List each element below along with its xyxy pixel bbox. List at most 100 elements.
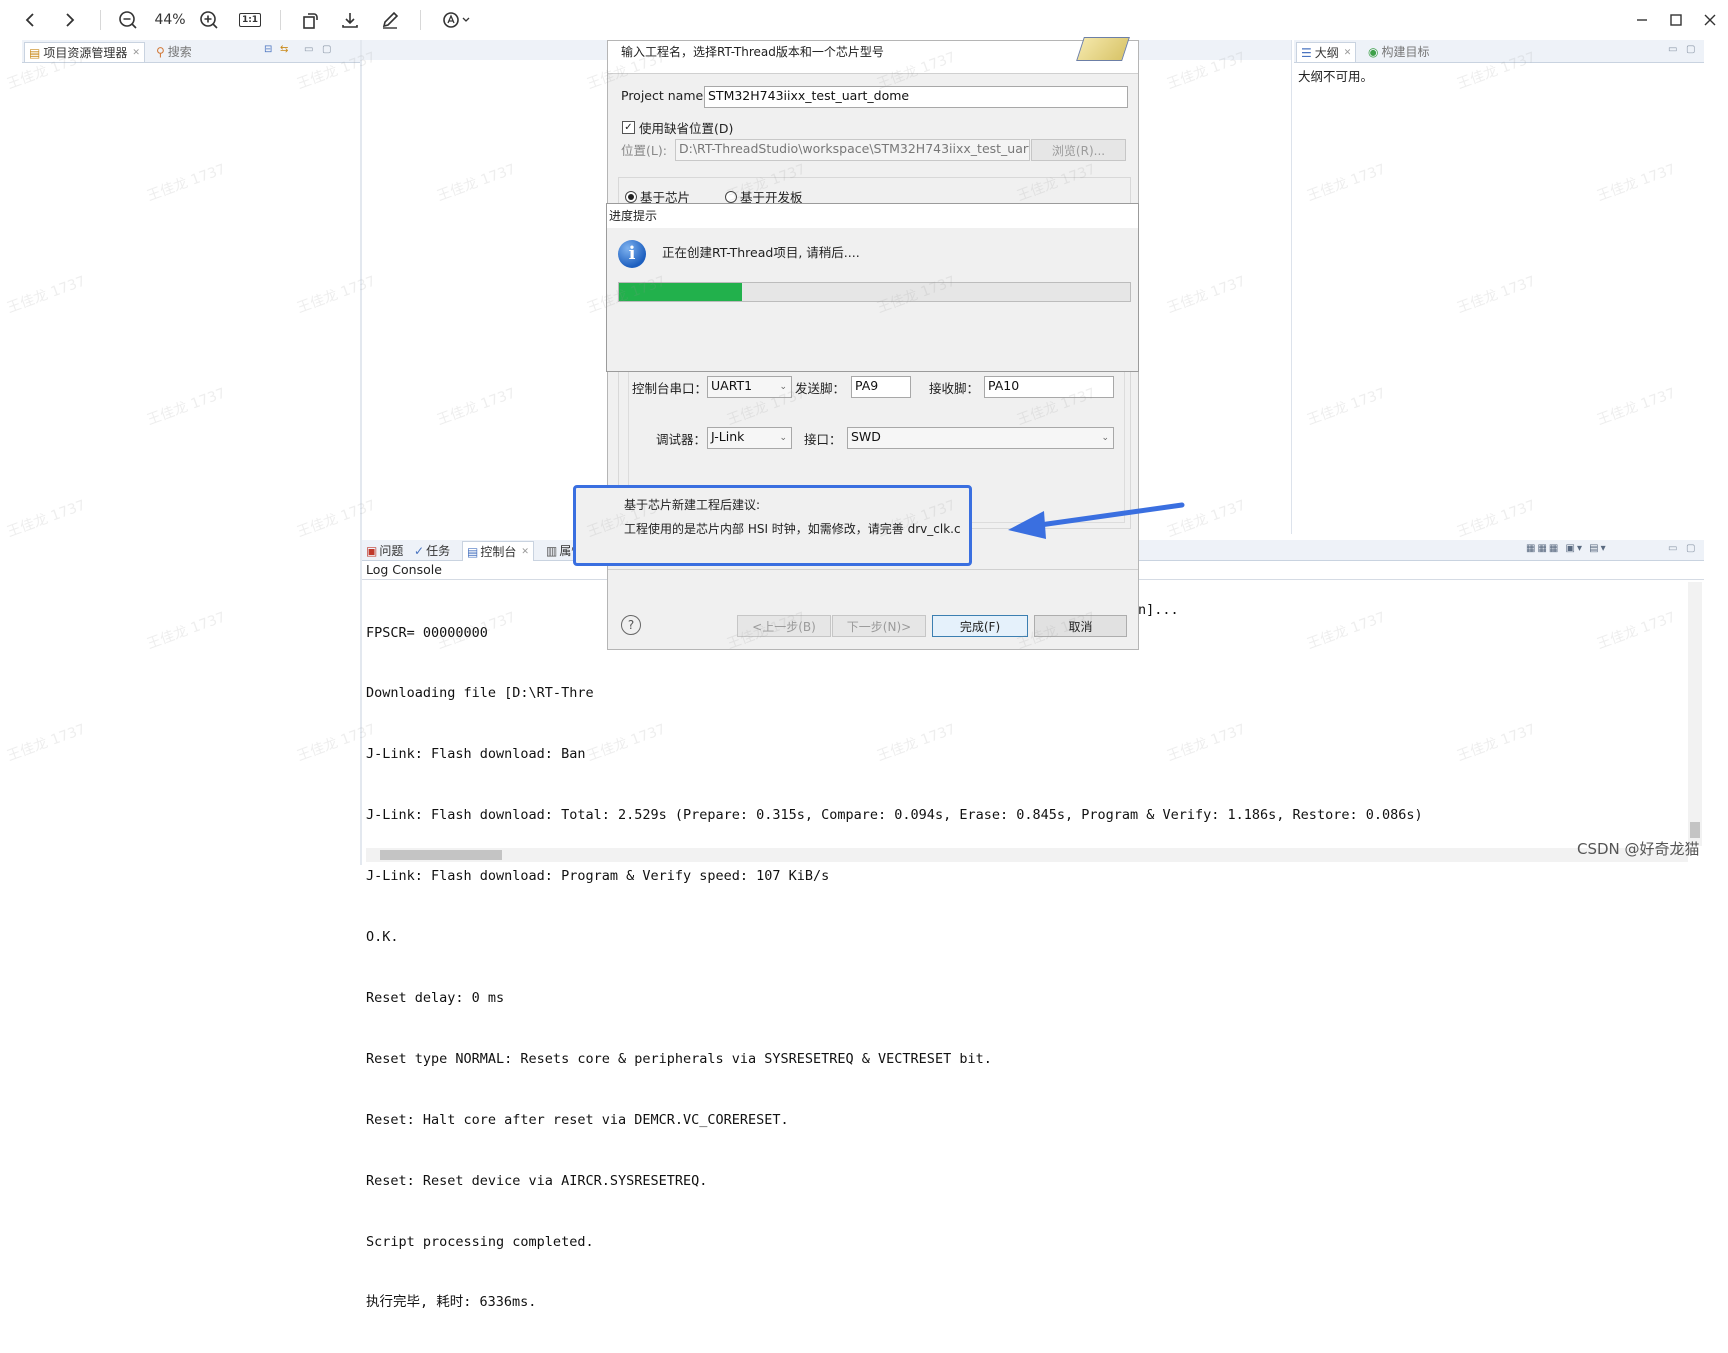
outline-pane: ☰ 大纲 ✕ ◉ 构建目标 ▭ ▢ 大纲不可用。 <box>1294 40 1704 534</box>
tab-label: 问题 <box>379 544 404 558</box>
project-explorer-pane: ▤ 项目资源管理器 ✕ ⚲ 搜索 ⊟ ⇆ ▭ ▢ <box>22 40 360 865</box>
console-line-tail: n]... <box>1138 602 1179 618</box>
tab-label: 大纲 <box>1314 46 1339 60</box>
forward-icon[interactable] <box>58 8 82 32</box>
toolbar-divider <box>420 10 421 30</box>
wizard-button-divider <box>608 569 1138 570</box>
close-tab-icon[interactable]: ✕ <box>1344 48 1352 58</box>
outline-empty-message: 大纲不可用。 <box>1298 69 1374 84</box>
zoom-in-icon[interactable] <box>197 8 221 32</box>
close-tab-icon[interactable]: ✕ <box>132 48 140 58</box>
rotate-icon[interactable] <box>298 8 322 32</box>
search-icon: ⚲ <box>156 44 165 59</box>
console-line: O.K. <box>366 929 399 946</box>
chevron-down-icon: ⌄ <box>779 382 787 392</box>
close-tab-icon[interactable]: ✕ <box>521 547 529 557</box>
actual-size-label: 1:1 <box>238 13 262 27</box>
location-label: 位置(L): <box>621 143 667 158</box>
view-minimize-icon[interactable]: ▭ <box>304 44 313 55</box>
tab-build-targets[interactable]: ◉ 构建目标 <box>1368 42 1430 61</box>
console-line: Script processing completed. <box>366 1233 594 1250</box>
properties-icon: ▥ <box>546 543 558 558</box>
tab-label: 任务 <box>426 544 451 558</box>
scrollbar-thumb[interactable] <box>1690 822 1700 838</box>
target-icon: ◉ <box>1368 44 1379 59</box>
console-toolbar-icons[interactable]: ▦▦▦ ▣▾ ▤▾ <box>1526 543 1608 554</box>
link-editor-icon[interactable]: ⇆ <box>280 44 288 55</box>
download-icon[interactable] <box>338 8 362 32</box>
collapse-all-icon[interactable]: ⊟ <box>264 44 272 55</box>
finish-button[interactable]: 完成(F) <box>932 615 1028 637</box>
image-viewer-toolbar: 44% 1:1 <box>0 0 1728 40</box>
interface-select[interactable]: SWD ⌄ <box>847 427 1114 449</box>
view-maximize-icon[interactable]: ▢ <box>1686 543 1695 554</box>
use-default-location-checkbox[interactable]: ✓ <box>622 121 635 134</box>
console-line: Reset delay: 0 ms <box>366 989 505 1006</box>
console-icon: ▤ <box>467 544 479 559</box>
tab-label: 搜索 <box>167 45 192 59</box>
tx-pin-input[interactable]: PA9 <box>851 376 911 398</box>
ocr-icon[interactable] <box>438 8 474 32</box>
location-input[interactable]: D:\RT-ThreadStudio\workspace\STM32H743ii… <box>675 139 1030 161</box>
browse-button[interactable]: 浏览(R)... <box>1031 139 1126 161</box>
progress-title-bar: 进度提示 <box>607 204 1138 228</box>
radio-chip[interactable] <box>625 191 637 203</box>
wizard-header: 输入工程名，选择RT-Thread版本和一个芯片型号 <box>608 37 1138 74</box>
back-button[interactable]: <上一步(B) <box>737 615 831 637</box>
cancel-button[interactable]: 取消 <box>1034 615 1127 637</box>
pane-tab-bar: ☰ 大纲 ✕ ◉ 构建目标 ▭ ▢ <box>1294 40 1704 63</box>
zoom-level: 44% <box>154 12 186 28</box>
console-port-value: UART1 <box>711 378 753 393</box>
rx-pin-input[interactable]: PA10 <box>984 376 1114 398</box>
zoom-out-icon[interactable] <box>116 8 140 32</box>
chevron-down-icon: ⌄ <box>779 433 787 443</box>
next-button[interactable]: 下一步(N)> <box>832 615 926 637</box>
toolbar-divider <box>100 10 101 30</box>
outline-icon: ☰ <box>1301 45 1312 60</box>
use-default-location-label: 使用缺省位置(D) <box>639 121 734 136</box>
help-icon[interactable]: ? <box>621 615 641 635</box>
view-minimize-icon[interactable]: ▭ <box>1668 44 1677 55</box>
tab-outline[interactable]: ☰ 大纲 ✕ <box>1296 42 1357 62</box>
close-icon[interactable] <box>1696 8 1724 32</box>
annotate-icon[interactable] <box>378 8 402 32</box>
vertical-scrollbar[interactable] <box>1688 582 1702 846</box>
wizard-header-text: 输入工程名，选择RT-Thread版本和一个芯片型号 <box>621 45 884 59</box>
tab-project-explorer[interactable]: ▤ 项目资源管理器 ✕ <box>24 42 145 62</box>
console-line: Reset type NORMAL: Resets core & periphe… <box>366 1050 992 1067</box>
back-icon[interactable] <box>18 8 42 32</box>
annotation-arrow-icon <box>1008 502 1185 539</box>
tab-problems[interactable]: ▣ 问题 <box>366 541 403 560</box>
tab-search[interactable]: ⚲ 搜索 <box>156 42 192 61</box>
footer-credit: CSDN @好奇龙猫 <box>1577 840 1700 858</box>
pane-tab-bar: ▤ 项目资源管理器 ✕ ⚲ 搜索 ⊟ ⇆ ▭ ▢ <box>22 40 360 63</box>
console-line: Reset: Reset device via AIRCR.SYSRESETRE… <box>366 1172 708 1189</box>
minimize-icon[interactable] <box>1628 8 1656 32</box>
advice-highlight-box: 基于芯片新建工程后建议: 工程使用的是芯片内部 HSI 时钟，如需修改，请完善 … <box>573 485 972 566</box>
tab-label: 项目资源管理器 <box>43 46 128 60</box>
radio-board[interactable] <box>725 191 737 203</box>
progress-bar <box>618 282 1131 302</box>
maximize-icon[interactable] <box>1662 8 1690 32</box>
view-maximize-icon[interactable]: ▢ <box>322 44 331 55</box>
debugger-value: J-Link <box>711 429 745 444</box>
scrollbar-thumb[interactable] <box>380 850 502 860</box>
debugger-select[interactable]: J-Link ⌄ <box>707 427 792 449</box>
view-maximize-icon[interactable]: ▢ <box>1686 44 1695 55</box>
project-name-input[interactable]: STM32H743iixx_test_uart_dome <box>704 86 1128 108</box>
console-output: FPSCR= 00000000 Downloading file [D:\RT-… <box>366 582 1423 1353</box>
console-line: J-Link: Flash download: Program & Verify… <box>366 868 830 885</box>
console-port-select[interactable]: UART1 ⌄ <box>707 376 792 398</box>
horizontal-scrollbar[interactable] <box>366 848 1688 862</box>
tab-label: 构建目标 <box>1381 45 1430 59</box>
tab-console[interactable]: ▤ 控制台 ✕ <box>462 541 534 561</box>
console-line: J-Link: Flash download: Ban <box>366 746 586 763</box>
radio-dot <box>628 194 634 200</box>
view-minimize-icon[interactable]: ▭ <box>1668 543 1677 554</box>
tab-tasks[interactable]: ✓ 任务 <box>414 541 450 560</box>
wizard-banner-icon <box>1076 37 1130 61</box>
console-port-label: 控制台串口： <box>632 381 708 396</box>
toolbar-divider <box>280 10 281 30</box>
actual-size-icon[interactable]: 1:1 <box>238 8 262 32</box>
advice-title: 基于芯片新建工程后建议: <box>624 498 761 512</box>
